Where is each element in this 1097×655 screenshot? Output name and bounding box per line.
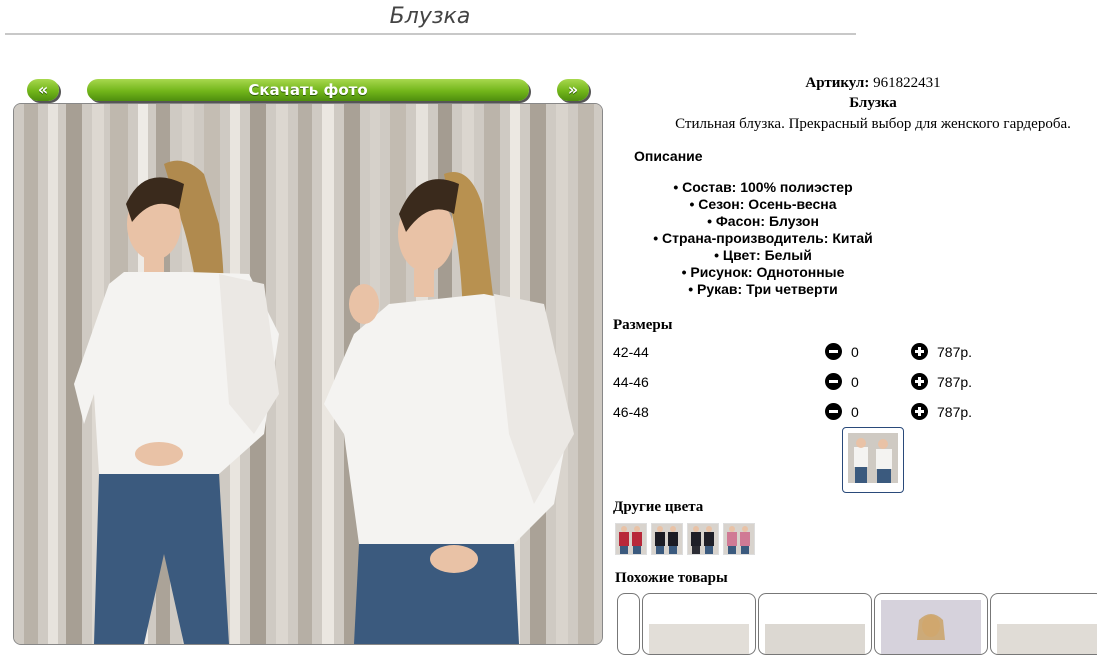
color-variant-thumbnail[interactable] xyxy=(687,523,719,555)
size-price: 787р. xyxy=(937,374,973,390)
feature-item: Сезон: Осень-весна xyxy=(613,196,913,213)
similar-product-image xyxy=(881,600,981,654)
product-short-description: Стильная блузка. Прекрасный выбор для же… xyxy=(675,116,1071,132)
size-row: 42-44 0 787р. xyxy=(613,341,1013,363)
product-name: Блузка xyxy=(849,95,897,111)
download-photo-button[interactable]: Скачать фото xyxy=(87,79,529,101)
other-colors-heading: Другие цвета xyxy=(613,499,704,515)
minus-icon[interactable] xyxy=(825,403,842,420)
size-quantity: 0 xyxy=(851,404,859,420)
size-row: 46-48 0 787р. xyxy=(613,401,1013,423)
size-row: 44-46 0 787р. xyxy=(613,371,1013,393)
feature-item: Фасон: Блузон xyxy=(613,213,913,230)
next-photo-button[interactable]: » xyxy=(557,79,589,101)
page-title: Блузка xyxy=(389,4,471,29)
size-label: 46-48 xyxy=(613,404,649,420)
product-photo xyxy=(13,103,603,645)
article-label: Артикул: xyxy=(805,75,870,91)
similar-product-card[interactable] xyxy=(990,593,1097,655)
size-quantity: 0 xyxy=(851,344,859,360)
description-heading: Описание xyxy=(634,148,703,164)
plus-icon[interactable] xyxy=(911,373,928,390)
color-variant-thumbnail[interactable] xyxy=(615,523,647,555)
photo-thumbnail[interactable] xyxy=(842,427,904,493)
plus-icon[interactable] xyxy=(911,403,928,420)
similar-product-image xyxy=(997,624,1097,654)
article-number: Артикул: 961822431 xyxy=(613,75,1097,92)
plus-icon[interactable] xyxy=(911,343,928,360)
similar-products-heading: Похожие товары xyxy=(615,570,728,586)
feature-list: Состав: 100% полиэстер Сезон: Осень-весн… xyxy=(613,179,913,298)
similar-product-card[interactable] xyxy=(642,593,756,655)
minus-icon[interactable] xyxy=(825,373,842,390)
feature-item: Цвет: Белый xyxy=(613,247,913,264)
product-photo-image xyxy=(14,104,602,644)
title-divider xyxy=(5,33,856,35)
similar-product-image xyxy=(649,624,749,654)
feature-item: Рукав: Три четверти xyxy=(613,281,913,298)
similar-product-card[interactable] xyxy=(617,593,640,655)
size-price: 787р. xyxy=(937,404,973,420)
similar-product-card[interactable] xyxy=(758,593,872,655)
minus-icon[interactable] xyxy=(825,343,842,360)
size-price: 787р. xyxy=(937,344,973,360)
size-label: 44-46 xyxy=(613,374,649,390)
size-quantity: 0 xyxy=(851,374,859,390)
feature-item: Состав: 100% полиэстер xyxy=(613,179,913,196)
color-variant-thumbnail[interactable] xyxy=(651,523,683,555)
prev-photo-button[interactable]: « xyxy=(27,79,59,101)
feature-item: Страна-производитель: Китай xyxy=(613,230,913,247)
sizes-heading: Размеры xyxy=(613,317,673,333)
color-variant-thumbnail[interactable] xyxy=(723,523,755,555)
article-value: 961822431 xyxy=(873,75,941,91)
similar-product-card[interactable] xyxy=(874,593,988,655)
feature-item: Рисунок: Однотонные xyxy=(613,264,913,281)
photo-thumbnail-image xyxy=(848,433,898,483)
size-label: 42-44 xyxy=(613,344,649,360)
similar-product-image xyxy=(765,624,865,654)
